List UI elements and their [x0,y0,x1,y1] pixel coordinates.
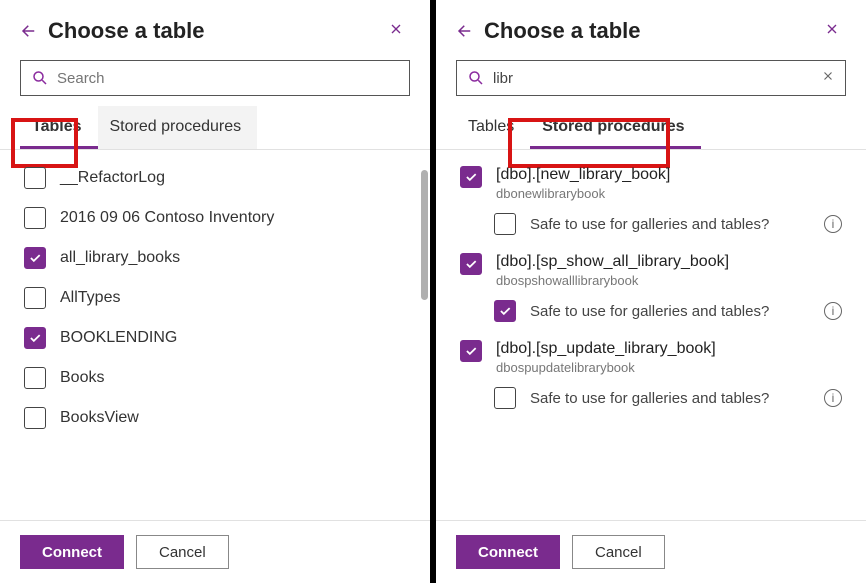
sp-name: [dbo].[sp_update_library_book] [496,340,716,358]
checkbox[interactable] [24,167,46,189]
safe-row: Safe to use for galleries and tables? i [436,379,866,419]
table-list: __RefactorLog 2016 09 06 Contoso Inventor… [0,150,430,520]
table-row[interactable]: 2016 09 06 Contoso Inventory [0,198,430,238]
panel-right: Choose a table Tables Stored procedures … [436,0,866,583]
tab-stored-procedures[interactable]: Stored procedures [530,106,700,149]
table-label: BooksView [60,409,139,427]
close-icon[interactable] [382,19,410,44]
back-icon[interactable] [456,22,474,40]
table-row[interactable]: all_library_books [0,238,430,278]
table-row[interactable]: __RefactorLog [0,158,430,198]
table-row[interactable]: BooksView [0,398,430,438]
info-icon[interactable]: i [824,302,842,320]
connect-button[interactable]: Connect [20,535,124,569]
cancel-button[interactable]: Cancel [136,535,229,569]
checkbox[interactable] [460,340,482,362]
safe-checkbox[interactable] [494,213,516,235]
sp-list: [dbo].[new_library_book] dbonewlibraryboo… [436,150,866,520]
table-label: Books [60,369,104,387]
sp-subtitle: dbonewlibrarybook [496,186,670,201]
header: Choose a table [0,0,430,56]
tab-row: Tables Stored procedures [0,106,430,150]
info-icon[interactable]: i [824,215,842,233]
header: Choose a table [436,0,866,56]
checkbox[interactable] [460,253,482,275]
checkbox[interactable] [24,407,46,429]
sp-subtitle: dbospupdatelibrarybook [496,360,716,375]
footer: Connect Cancel [436,520,866,583]
checkbox[interactable] [24,287,46,309]
search-box[interactable] [20,60,410,96]
checkbox[interactable] [24,327,46,349]
sp-row[interactable]: [dbo].[sp_show_all_library_book] dbospsho… [436,245,866,292]
table-row[interactable]: Books [0,358,430,398]
safe-label: Safe to use for galleries and tables? [530,303,810,320]
clear-icon[interactable] [819,69,837,88]
search-input[interactable] [55,69,401,88]
panel-title: Choose a table [484,18,818,44]
info-icon[interactable]: i [824,389,842,407]
table-row[interactable]: BOOKLENDING [0,318,430,358]
panel-left: Choose a table Tables Stored procedures … [0,0,430,583]
sp-row[interactable]: [dbo].[new_library_book] dbonewlibraryboo… [436,158,866,205]
table-label: BOOKLENDING [60,329,177,347]
search-box[interactable] [456,60,846,96]
checkbox[interactable] [24,207,46,229]
checkbox[interactable] [24,367,46,389]
search-icon [31,69,49,87]
panel-title: Choose a table [48,18,382,44]
safe-checkbox[interactable] [494,300,516,322]
table-label: __RefactorLog [60,169,165,187]
scrollbar-thumb[interactable] [421,170,428,300]
table-label: 2016 09 06 Contoso Inventory [60,209,274,227]
tab-row: Tables Stored procedures [436,106,866,150]
sp-subtitle: dbospshowalllibrarybook [496,273,729,288]
search-input[interactable] [491,69,819,88]
table-label: all_library_books [60,249,180,267]
connect-button[interactable]: Connect [456,535,560,569]
tab-tables[interactable]: Tables [456,106,530,149]
tab-stored-procedures[interactable]: Stored procedures [98,106,258,149]
safe-row: Safe to use for galleries and tables? i [436,205,866,245]
sp-name: [dbo].[new_library_book] [496,166,670,184]
checkbox[interactable] [24,247,46,269]
footer: Connect Cancel [0,520,430,583]
safe-checkbox[interactable] [494,387,516,409]
table-label: AllTypes [60,289,120,307]
cancel-button[interactable]: Cancel [572,535,665,569]
safe-row: Safe to use for galleries and tables? i [436,292,866,332]
back-icon[interactable] [20,22,38,40]
sp-name: [dbo].[sp_show_all_library_book] [496,253,729,271]
checkbox[interactable] [460,166,482,188]
search-icon [467,69,485,87]
table-row[interactable]: AllTypes [0,278,430,318]
sp-row[interactable]: [dbo].[sp_update_library_book] dbospupdat… [436,332,866,379]
safe-label: Safe to use for galleries and tables? [530,216,810,233]
close-icon[interactable] [818,19,846,44]
safe-label: Safe to use for galleries and tables? [530,390,810,407]
tab-tables[interactable]: Tables [20,106,98,149]
